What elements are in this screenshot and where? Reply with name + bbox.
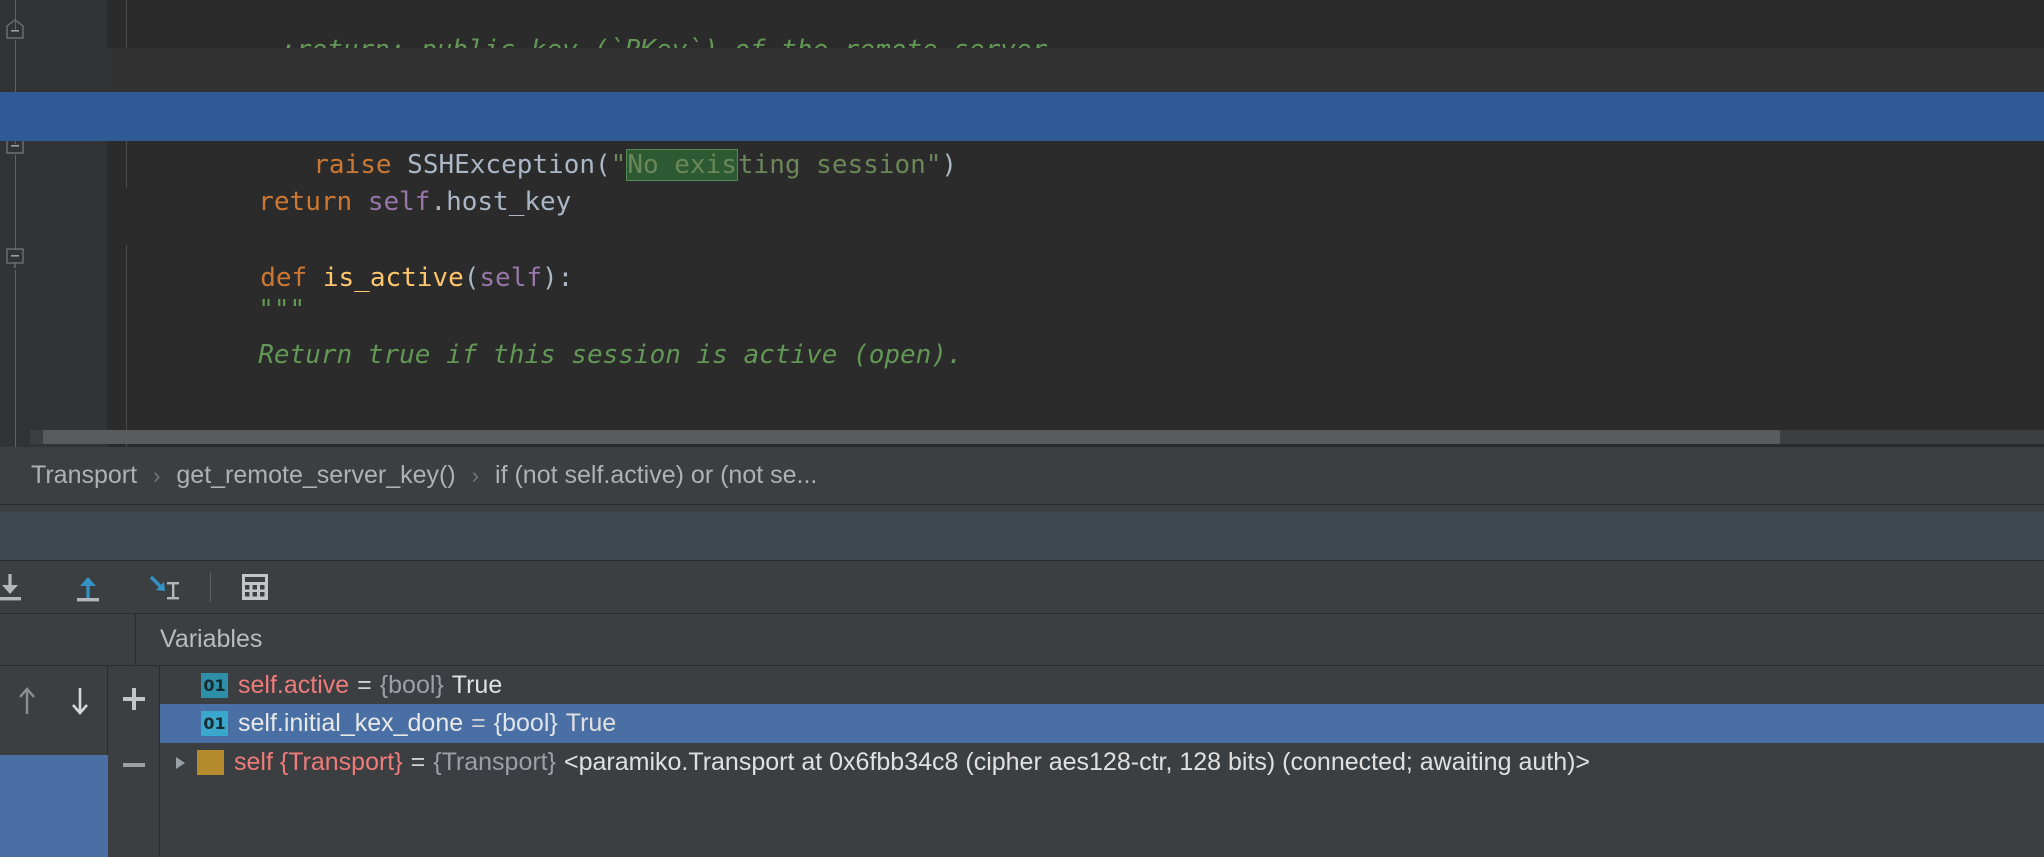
toolbar-separator xyxy=(210,572,211,602)
variable-name: self.initial_kex_done xyxy=(238,709,464,737)
variable-value: True xyxy=(451,670,503,699)
variable-value: <paramiko.Transport at 0x6fbb34c8 (ciphe… xyxy=(563,748,1591,776)
variables-title: Variables xyxy=(160,625,263,653)
fold-marker-collapse-icon[interactable] xyxy=(4,248,26,269)
step-into-icon[interactable] xyxy=(0,561,38,614)
breadcrumb-item-method[interactable]: get_remote_server_key() xyxy=(176,461,455,490)
breadcrumb-item-class[interactable]: Transport xyxy=(31,461,137,490)
expand-arrow-icon[interactable] xyxy=(176,756,185,769)
fold-line xyxy=(15,155,16,250)
fold-line xyxy=(15,270,16,447)
chevron-right-icon: › xyxy=(471,462,480,488)
variable-row-self-transport[interactable]: self {Transport} = {Transport} <paramiko… xyxy=(160,743,2044,782)
variables-header: Variables xyxy=(136,614,2044,666)
editor-fold-gutter[interactable] xyxy=(0,0,30,447)
debugger-toolbar[interactable] xyxy=(0,561,2044,614)
variable-row-self-initial-kex-done[interactable]: 01 self.initial_kex_done = {bool} True xyxy=(160,704,2044,743)
breadcrumb-item-statement[interactable]: if (not self.active) or (not se... xyxy=(495,461,817,490)
editor-line-number-gutter xyxy=(30,0,107,447)
variable-type: {Transport} xyxy=(433,748,556,776)
variable-name: self {Transport} xyxy=(234,748,403,776)
code-text-area[interactable]: :return: public key (`PKey`) of the remo… xyxy=(107,0,2044,447)
code-editor[interactable]: :return: public key (`PKey`) of the remo… xyxy=(0,0,2044,447)
variable-equals: = xyxy=(357,670,372,699)
breadcrumb[interactable]: Transport › get_remote_server_key() › if… xyxy=(0,447,2044,505)
code-line-if-statement[interactable]: if (not self.active) or (not self.initia… xyxy=(107,48,2044,136)
variables-header-spacer xyxy=(0,614,136,666)
fold-marker-collapse-icon[interactable] xyxy=(4,19,26,40)
variable-type: {bool} xyxy=(379,670,444,699)
chevron-right-icon: › xyxy=(153,462,161,488)
evaluate-expression-icon[interactable] xyxy=(227,561,283,614)
variables-list[interactable]: 01 self.active = {bool} True 01 self.ini… xyxy=(160,666,2044,857)
object-badge-icon xyxy=(197,750,224,775)
remove-watch-icon[interactable] xyxy=(108,732,160,798)
variable-name: self.active xyxy=(238,670,350,699)
move-down-icon[interactable] xyxy=(54,666,108,736)
debug-tool-window-tabstrip[interactable] xyxy=(0,512,2044,561)
boolean-badge-icon: 01 xyxy=(201,672,228,698)
variable-row-self-active[interactable]: 01 self.active = {bool} True xyxy=(160,666,2044,704)
editor-horizontal-scrollbar-thumb[interactable] xyxy=(43,430,1780,444)
variable-value: True xyxy=(565,709,617,737)
selected-frame-indicator xyxy=(0,755,108,857)
code-line-docstring-return-true[interactable]: Return true if this session is active (o… xyxy=(107,282,2044,370)
code-token: Return true if this session is active (o… xyxy=(258,340,963,370)
step-out-icon[interactable] xyxy=(60,561,116,614)
add-watch-icon[interactable] xyxy=(108,666,160,732)
run-to-cursor-icon[interactable] xyxy=(138,561,194,614)
variable-equals: = xyxy=(471,709,486,737)
panel-divider[interactable] xyxy=(0,505,2044,512)
variable-equals: = xyxy=(410,748,426,776)
code-line-docstring-open-2[interactable]: """ xyxy=(107,237,2044,325)
ide-window: :return: public key (`PKey`) of the remo… xyxy=(0,0,2044,857)
frame-navigation-column[interactable] xyxy=(0,666,108,857)
variable-type: {bool} xyxy=(493,709,558,737)
move-up-icon[interactable] xyxy=(0,666,54,736)
code-line-return-host-key[interactable]: return self.host_key xyxy=(107,129,2044,217)
execution-line-gutter-highlight xyxy=(0,92,107,141)
watch-buttons-column[interactable] xyxy=(108,666,160,857)
boolean-badge-icon: 01 xyxy=(201,711,228,736)
